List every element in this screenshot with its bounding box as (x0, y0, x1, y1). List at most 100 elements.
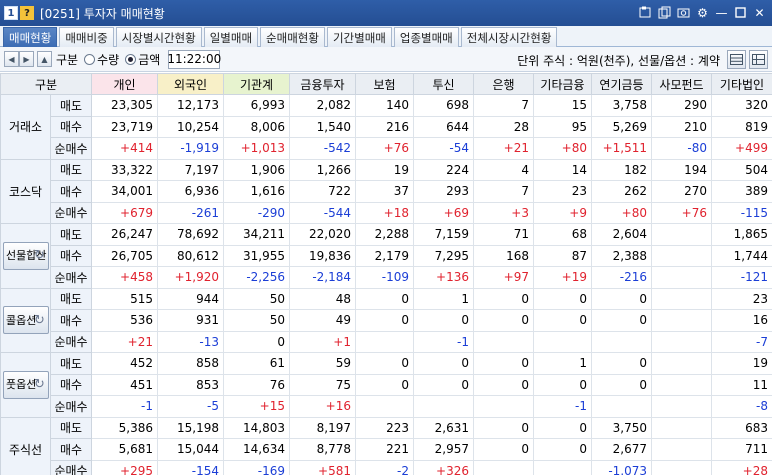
table-cell: 5,269 (591, 115, 652, 138)
row-label: 매수 (50, 309, 92, 332)
maximize-icon[interactable] (732, 4, 749, 21)
group-name: 콜옵션 (6, 313, 37, 327)
column-header[interactable]: 기타금융 (533, 73, 592, 95)
row-label: 매수 (50, 244, 92, 267)
help-icon[interactable]: ? (20, 6, 34, 20)
table-cell (355, 395, 414, 418)
group-label[interactable]: 선물합산 ↻ (0, 223, 51, 289)
refresh-icon: ↻ (34, 377, 45, 393)
table-cell: -121 (711, 266, 772, 289)
table-cell: 19 (355, 158, 414, 181)
table-cell: 0 (473, 438, 534, 461)
table-cell: -2,256 (223, 266, 290, 289)
tab-item[interactable]: 시장별시간현황 (115, 27, 202, 47)
row-label: 매도 (50, 287, 92, 310)
table-cell (651, 223, 712, 246)
tab-item[interactable]: 전체시장시간현황 (460, 27, 558, 47)
screenshot-icon[interactable] (675, 4, 692, 21)
group-toggle-button[interactable]: 선물합산 ↻ (2, 241, 49, 270)
table-row: 콜옵션 ↻ 매도 515 944 50 48 0 1 0 0 0 23 (0, 287, 772, 353)
screen-number-badge[interactable]: 1 (4, 6, 18, 20)
up-down-arrow-icon[interactable]: ▲ (37, 51, 52, 67)
row-label: 순매수 (50, 330, 92, 353)
settings-icon[interactable]: ⚙ (694, 4, 711, 21)
table-cell: +9 (533, 201, 592, 224)
table-cell: 698 (413, 94, 474, 117)
time-input[interactable]: 11:22:00 (167, 49, 221, 69)
grid-view-icon[interactable] (727, 50, 746, 69)
table-settings-icon[interactable] (749, 50, 768, 69)
table-cell: 1,540 (289, 115, 356, 138)
refresh-icon: ↻ (34, 312, 45, 328)
column-header[interactable]: 기타법인 (711, 73, 772, 95)
table-cell: -2 (355, 459, 414, 475)
table-cell: -169 (223, 459, 290, 475)
column-header[interactable]: 은행 (473, 73, 534, 95)
group-label: 코스닥 (0, 158, 51, 224)
link-icon[interactable] (637, 4, 654, 21)
table-cell: -1,073 (591, 459, 652, 475)
table-cell: -216 (591, 266, 652, 289)
table-cell: 2,631 (413, 416, 474, 439)
table-cell: 293 (413, 180, 474, 203)
table-cell: 0 (591, 373, 652, 396)
table-cell: +76 (355, 137, 414, 160)
table-cell: 0 (413, 373, 474, 396)
minimize-icon[interactable]: — (713, 4, 730, 21)
table-cell: 59 (289, 352, 356, 375)
table-cell: -5 (157, 395, 224, 418)
column-header[interactable]: 구분 (0, 73, 92, 95)
tab-item[interactable]: 일별매매 (203, 27, 259, 47)
column-header[interactable]: 개인 (91, 73, 158, 95)
tab-bar: 매매현황 매매비중 시장별시간현황 일별매매 순매매현황 기간별매매 업종별매매 전체시장시간… (0, 26, 772, 47)
column-header[interactable]: 보험 (355, 73, 414, 95)
next-arrow-icon[interactable]: ▶ (19, 51, 34, 67)
radio-amount-circle[interactable] (125, 53, 137, 65)
column-header[interactable]: 사모펀드 (651, 73, 712, 95)
group-label[interactable]: 콜옵션 ↻ (0, 287, 51, 353)
table-cell: +21 (91, 330, 158, 353)
table-cell: 0 (591, 352, 652, 375)
table-cell: 931 (157, 309, 224, 332)
column-header[interactable]: 연기금등 (591, 73, 652, 95)
group-toggle-button[interactable]: 풋옵션 ↻ (2, 370, 49, 399)
column-header[interactable]: 기관계 (223, 73, 290, 95)
table-cell: 49 (289, 309, 356, 332)
table-cell: 15,198 (157, 416, 224, 439)
table-cell: 515 (91, 287, 158, 310)
radio-quantity[interactable]: 수량 (84, 51, 119, 68)
table-cell: +97 (473, 266, 534, 289)
table-cell: 140 (355, 94, 414, 117)
column-header[interactable]: 투신 (413, 73, 474, 95)
table-cell: 290 (651, 94, 712, 117)
table-cell (591, 330, 652, 353)
prev-arrow-icon[interactable]: ◀ (4, 51, 19, 67)
tab-item[interactable]: 매매현황 (3, 27, 58, 47)
row-label: 매도 (50, 158, 92, 181)
tab-item[interactable]: 업종별매매 (393, 27, 459, 47)
column-header[interactable]: 외국인 (157, 73, 224, 95)
column-header[interactable]: 금융투자 (289, 73, 356, 95)
table-cell: 4 (473, 158, 534, 181)
copy-icon[interactable] (656, 4, 673, 21)
close-icon[interactable]: ✕ (751, 4, 768, 21)
radio-amount[interactable]: 금액 (125, 51, 160, 68)
table-cell: 1,744 (711, 244, 772, 267)
tab-item[interactable]: 매매비중 (59, 27, 114, 47)
table-cell: 31,955 (223, 244, 290, 267)
table-cell: 95 (533, 115, 592, 138)
table-cell (651, 459, 712, 475)
table-cell: 26,247 (91, 223, 158, 246)
tab-item[interactable]: 기간별매매 (326, 27, 392, 47)
radio-quantity-circle[interactable] (84, 53, 96, 65)
table-row: 순매수 +21 -13 0 +1 -1 -7 (1, 330, 772, 353)
table-cell: -8 (711, 395, 772, 418)
group-toggle-button[interactable]: 콜옵션 ↻ (2, 306, 49, 335)
group-label[interactable]: 풋옵션 ↻ (0, 352, 51, 418)
table-cell: 168 (473, 244, 534, 267)
table-cell: 22,020 (289, 223, 356, 246)
table-cell: 34,001 (91, 180, 158, 203)
table-cell: +19 (533, 266, 592, 289)
table-cell: 61 (223, 352, 290, 375)
tab-item[interactable]: 순매매현황 (260, 27, 325, 47)
